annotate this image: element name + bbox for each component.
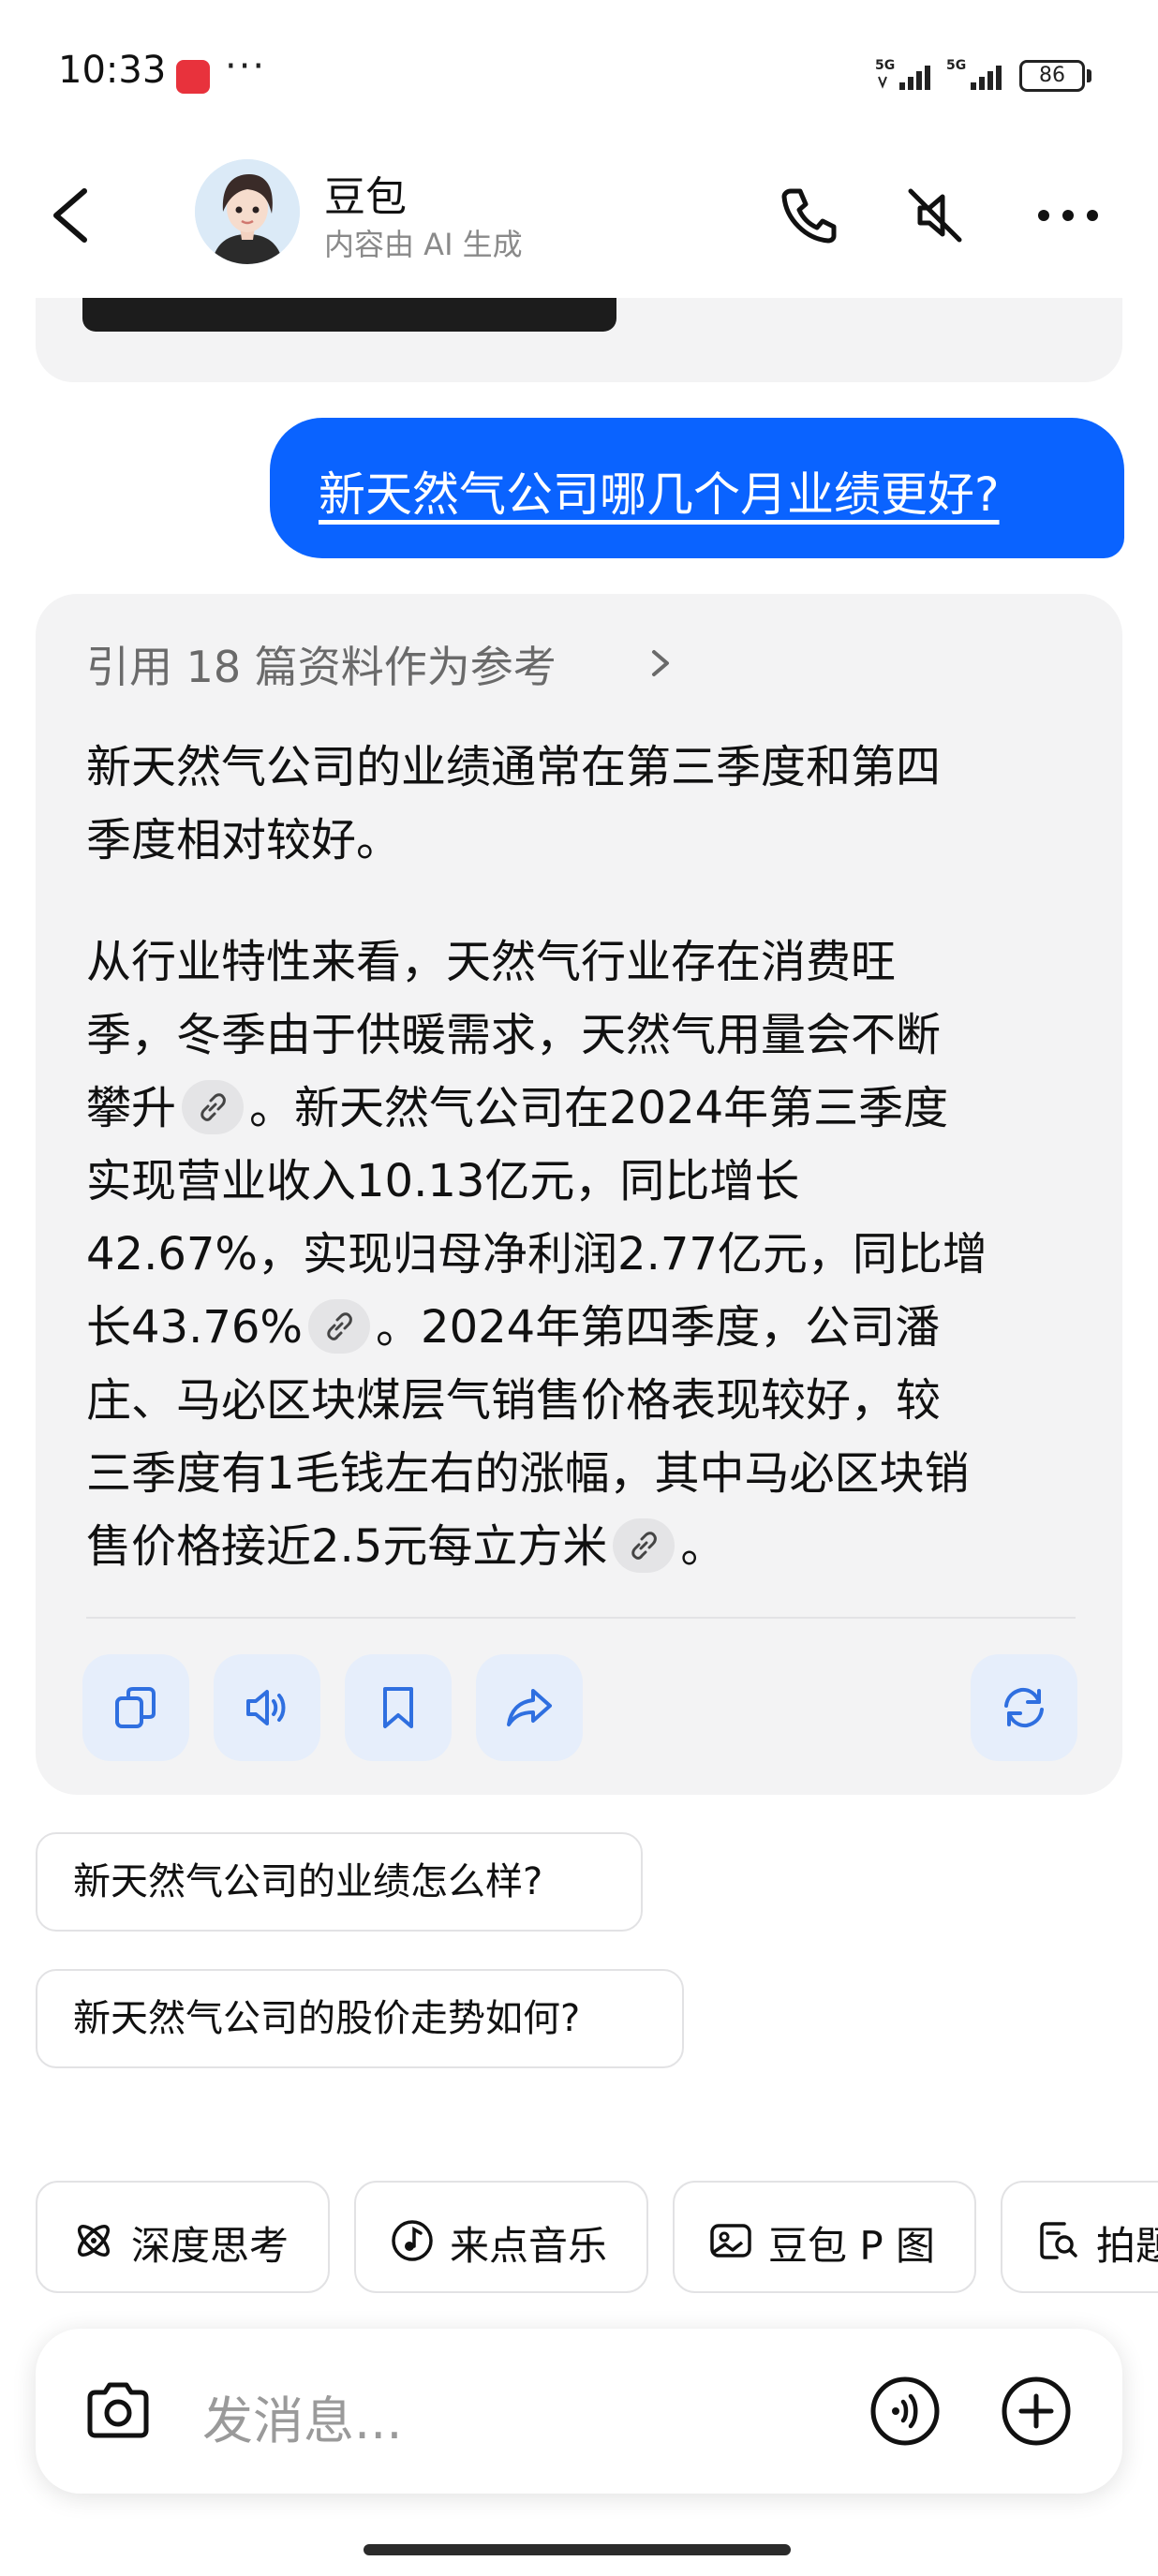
- chat-title: 豆包: [324, 173, 407, 221]
- app-notification-icon: [176, 60, 210, 94]
- answer-line: 实现营业收入10.13亿元，同比增长: [86, 1155, 800, 1207]
- answer-line: 42.67%，实现归母净利润2.77亿元，同比增: [86, 1228, 987, 1281]
- tool-label: 豆包 P 图: [768, 2223, 936, 2269]
- tool-image-edit[interactable]: 豆包 P 图: [673, 2181, 976, 2293]
- answer-text: 长43.76%: [86, 1301, 304, 1354]
- answer-line: 三季度有1毛钱左右的涨幅，其中马必区块销: [86, 1447, 970, 1500]
- answer-text: 。: [680, 1520, 726, 1573]
- message-input-bar: [36, 2329, 1122, 2494]
- answer-line: 售价格接近2.5元每立方米 。: [86, 1510, 1079, 1583]
- more-notifications-icon: ···: [225, 45, 267, 88]
- suggestion-chip[interactable]: 新天然气公司的股价走势如何?: [36, 1969, 684, 2068]
- chat-subtitle: 内容由 AI 生成: [324, 227, 523, 262]
- phone-icon[interactable]: [770, 178, 845, 253]
- answer-line: 季，冬季由于供暖需求，天然气用量会不断: [86, 1009, 942, 1061]
- answer-text: 。新天然气公司在2024年第三季度: [249, 1082, 949, 1134]
- svg-text:5G: 5G: [875, 58, 895, 73]
- suggestion-chip[interactable]: 新天然气公司的业绩怎么样?: [36, 1832, 643, 1932]
- answer-line: 新天然气公司的业绩通常在第三季度和第四: [86, 741, 942, 793]
- citation-link-icon[interactable]: [613, 1518, 676, 1573]
- answer-line: 季度相对较好。: [86, 814, 402, 866]
- answer-line: 攀升 。新天然气公司在2024年第三季度: [86, 1072, 1079, 1145]
- user-message-text: 新天然气公司哪几个月业绩更好?: [319, 467, 1000, 522]
- answer-text: 攀升: [86, 1082, 177, 1134]
- back-icon[interactable]: [45, 178, 101, 253]
- references-link[interactable]: 引用 18 篇资料作为参考: [86, 633, 557, 695]
- answer-paragraph-2: 从行业特性来看，天然气行业存在消费旺 季，冬季由于供暖需求，天然气用量会不断 攀…: [86, 925, 1079, 1583]
- read-aloud-button[interactable]: [214, 1654, 320, 1761]
- answer-line: 从行业特性来看，天然气行业存在消费旺: [86, 936, 897, 988]
- regenerate-button[interactable]: [971, 1654, 1077, 1761]
- tool-deep-thinking[interactable]: 深度思考: [36, 2181, 330, 2293]
- tool-photo-question[interactable]: 拍题: [1001, 2181, 1158, 2293]
- more-options-icon[interactable]: [1031, 178, 1106, 253]
- battery-tip: [1087, 69, 1091, 82]
- atom-icon: [78, 2225, 110, 2257]
- avatar[interactable]: [195, 159, 300, 264]
- image-edit-icon: [710, 2224, 751, 2258]
- share-button[interactable]: [476, 1654, 583, 1761]
- music-icon: [392, 2220, 433, 2261]
- photo-search-icon: [1040, 2222, 1077, 2259]
- signal-5g-icon: 5G: [946, 56, 1008, 94]
- svg-text:5G: 5G: [946, 58, 966, 73]
- previous-message-image[interactable]: [82, 298, 616, 332]
- add-icon[interactable]: [999, 2374, 1074, 2449]
- mute-icon[interactable]: [898, 178, 972, 253]
- voice-call-icon[interactable]: [868, 2374, 943, 2449]
- answer-text: 售价格接近2.5元每立方米: [86, 1520, 608, 1573]
- message-input[interactable]: 发消息...: [202, 2379, 403, 2453]
- copy-button[interactable]: [82, 1654, 189, 1761]
- home-indicator: [364, 2544, 791, 2555]
- tool-music[interactable]: 来点音乐: [354, 2181, 648, 2293]
- citation-link-icon[interactable]: [308, 1299, 371, 1354]
- battery-icon: 86: [1019, 60, 1085, 92]
- citation-link-icon[interactable]: [182, 1080, 245, 1134]
- chevron-right-icon[interactable]: [646, 644, 675, 682]
- answer-line: 庄、马必区块煤层气销售价格表现较好，较: [86, 1374, 942, 1427]
- status-time: 10:33: [58, 49, 167, 92]
- answer-line: 长43.76% 。2024年第四季度，公司潘: [86, 1291, 1079, 1364]
- answer-text: 。2024年第四季度，公司潘: [376, 1301, 941, 1354]
- tool-label: 拍题: [1096, 2223, 1158, 2269]
- signal-5g-icon: 5G: [875, 56, 935, 94]
- answer-paragraph-1: 新天然气公司的业绩通常在第三季度和第四 季度相对较好。: [86, 731, 1079, 877]
- tool-label: 深度思考: [131, 2223, 290, 2269]
- camera-icon[interactable]: [81, 2374, 156, 2449]
- divider: [86, 1617, 1076, 1619]
- tool-label: 来点音乐: [450, 2223, 608, 2269]
- bookmark-button[interactable]: [345, 1654, 452, 1761]
